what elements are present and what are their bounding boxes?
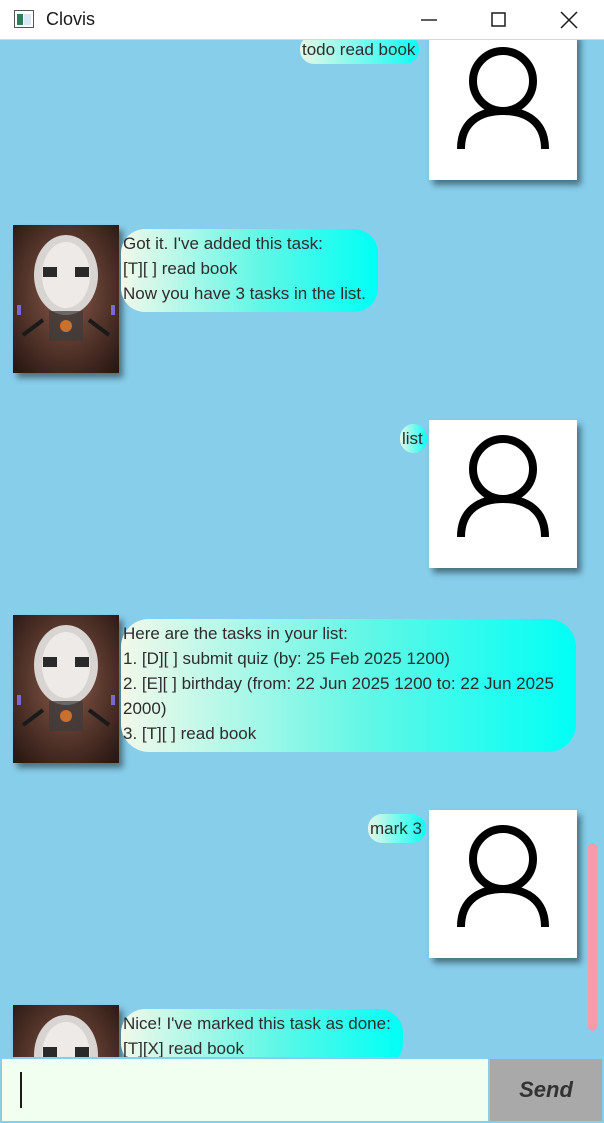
user-message-text: mark 3 bbox=[370, 819, 422, 838]
user-avatar bbox=[429, 40, 577, 180]
bot-message-line: Nice! I've marked this task as done: bbox=[123, 1014, 391, 1033]
window-title: Clovis bbox=[46, 9, 96, 29]
user-profile-icon bbox=[457, 47, 549, 150]
user-avatar bbox=[429, 420, 577, 568]
robot-face-icon bbox=[13, 225, 119, 373]
bot-message-line: [T][ ] read book bbox=[123, 259, 238, 278]
window-titlebar: Clovis bbox=[0, 0, 604, 40]
bot-message-line: 2. [E][ ] birthday (from: 22 Jun 2025 12… bbox=[123, 674, 554, 718]
robot-face-icon bbox=[13, 1005, 119, 1057]
user-profile-icon bbox=[457, 435, 549, 538]
user-message-text: list bbox=[402, 429, 423, 448]
user-message-text: todo read book bbox=[302, 40, 416, 59]
app-window-icon bbox=[14, 10, 34, 28]
send-button[interactable]: Send bbox=[490, 1059, 602, 1121]
bot-message-bubble: Got it. I've added this task: [T][ ] rea… bbox=[121, 229, 378, 312]
user-avatar bbox=[429, 810, 577, 958]
chat-scroll-pane[interactable]: todo read book Got it. I've added this t… bbox=[0, 40, 604, 1057]
message-input[interactable] bbox=[2, 1059, 488, 1121]
bot-message-line: Now you have 3 tasks in the list. bbox=[123, 284, 366, 303]
bot-message-line: [T][X] read book bbox=[123, 1039, 244, 1057]
minimize-button[interactable] bbox=[394, 0, 464, 40]
robot-face-icon bbox=[13, 615, 119, 763]
maximize-button[interactable] bbox=[464, 0, 534, 40]
user-profile-icon bbox=[457, 825, 549, 928]
user-message-bubble: todo read book bbox=[300, 40, 420, 64]
bot-avatar bbox=[13, 1005, 119, 1057]
chat-scrollbar-thumb[interactable] bbox=[588, 843, 597, 1031]
bot-message-line: 3. [T][ ] read book bbox=[123, 724, 257, 743]
bot-message-line: Got it. I've added this task: bbox=[123, 234, 323, 253]
bot-message-bubble: Nice! I've marked this task as done: [T]… bbox=[121, 1009, 403, 1057]
maximize-icon bbox=[491, 12, 506, 27]
close-icon bbox=[560, 11, 578, 29]
minimize-icon bbox=[421, 19, 437, 21]
user-message-bubble: mark 3 bbox=[368, 814, 426, 843]
text-caret bbox=[20, 1072, 22, 1108]
bot-avatar bbox=[13, 615, 119, 763]
user-message-bubble: list bbox=[400, 424, 427, 453]
close-button[interactable] bbox=[534, 0, 604, 40]
bot-message-bubble: Here are the tasks in your list: 1. [D][… bbox=[121, 619, 576, 752]
bot-message-line: 1. [D][ ] submit quiz (by: 25 Feb 2025 1… bbox=[123, 649, 450, 668]
input-bar: Send bbox=[0, 1057, 604, 1123]
bot-avatar bbox=[13, 225, 119, 373]
bot-message-line: Here are the tasks in your list: bbox=[123, 624, 348, 643]
